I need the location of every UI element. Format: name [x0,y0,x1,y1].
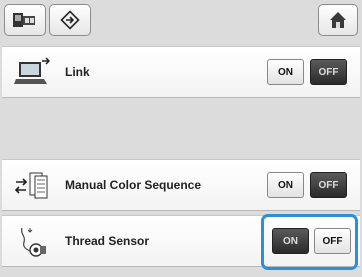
home-icon [330,12,346,28]
link-off-button[interactable]: OFF [310,59,347,85]
embroidery-machine-button[interactable] [4,4,46,36]
pattern-edit-button[interactable] [49,4,91,36]
top-toolbar [0,0,362,40]
link-on-button[interactable]: ON [267,59,304,85]
link-label: Link [65,65,90,79]
selection-highlight [261,214,358,270]
thread-sensor-label: Thread Sensor [65,234,150,248]
manual-color-sequence-off-button[interactable]: OFF [310,172,347,198]
computer-link-icon [14,57,50,84]
settings-row-link: Link ON OFF [2,46,360,98]
diamond-arrow-icon [60,10,80,30]
thread-sensor-icon [20,227,46,257]
home-button[interactable] [318,4,358,36]
color-sequence-icon [14,172,48,199]
embroidery-machine-icon [13,13,35,27]
settings-row-manual-color-sequence: Manual Color Sequence ON OFF [2,159,360,211]
manual-color-sequence-label: Manual Color Sequence [65,178,202,192]
manual-color-sequence-on-button[interactable]: ON [267,172,304,198]
